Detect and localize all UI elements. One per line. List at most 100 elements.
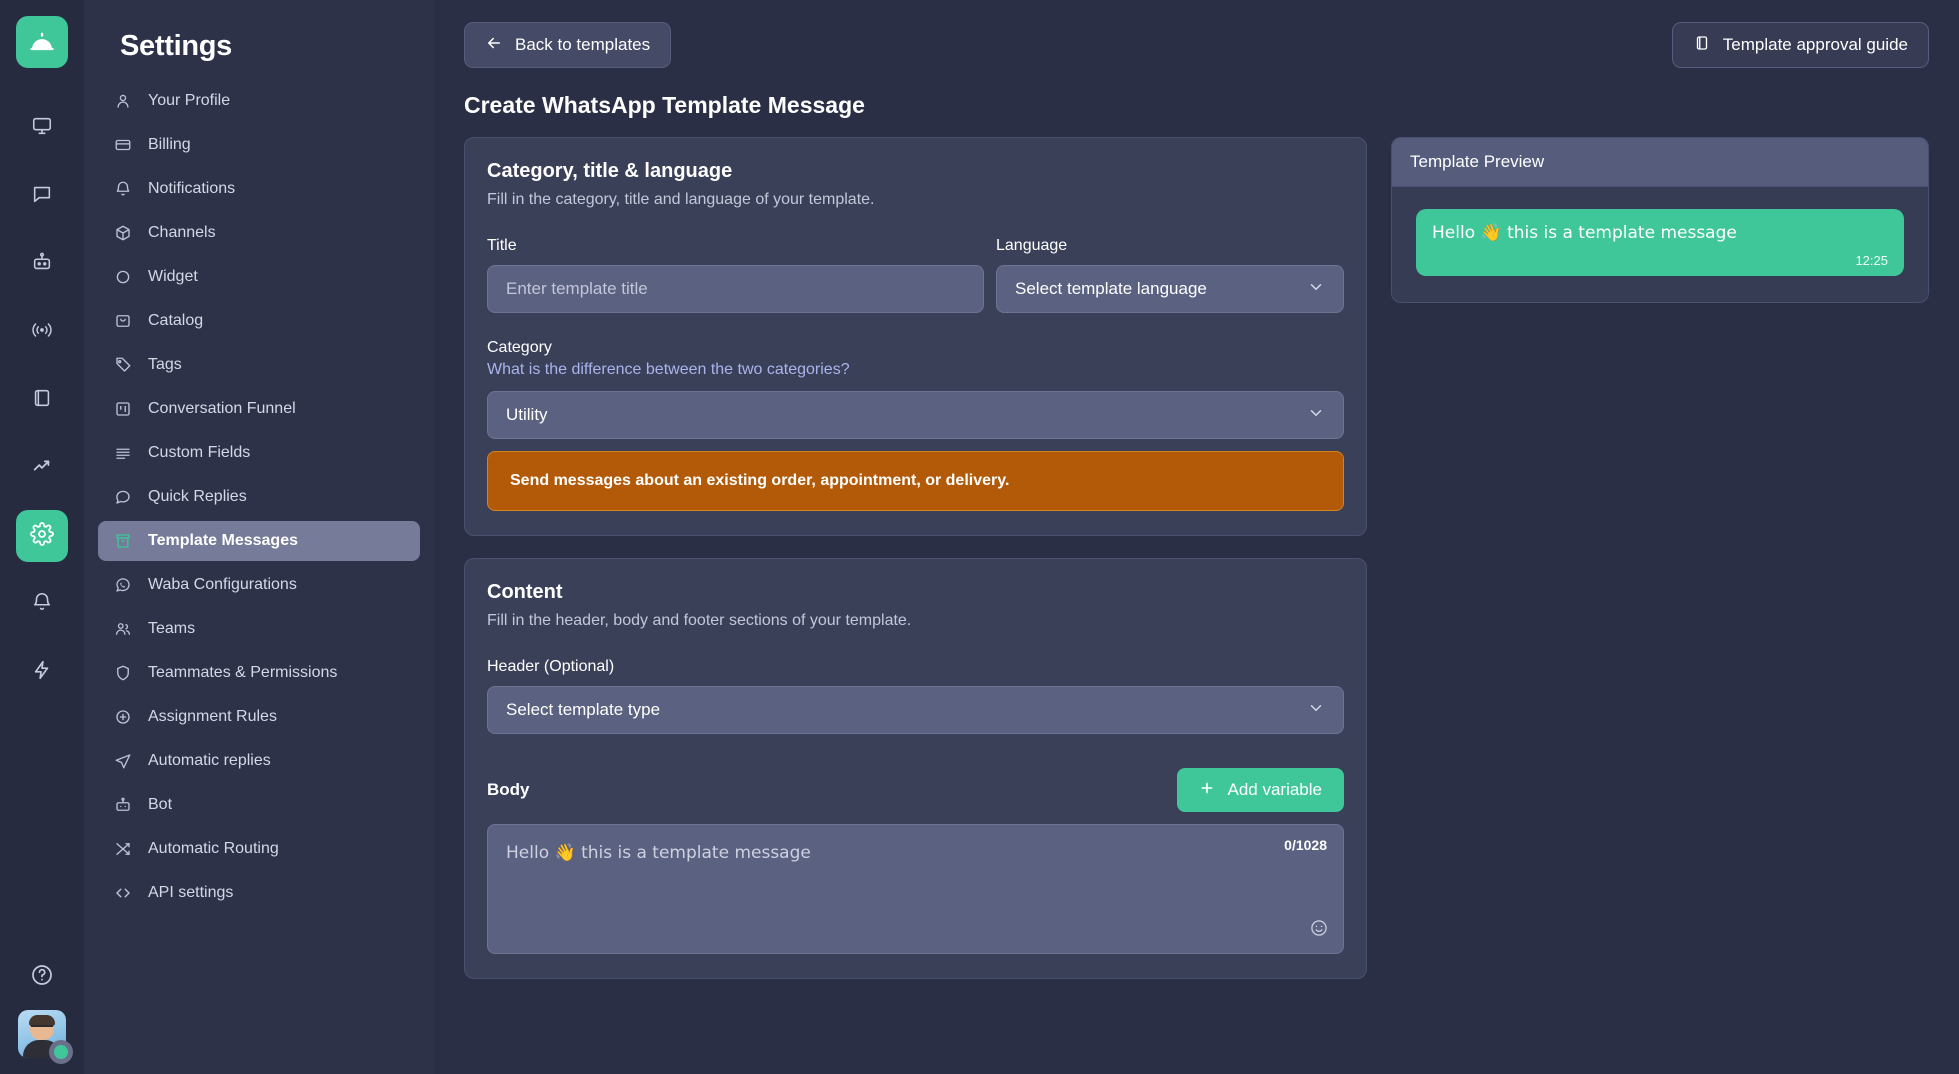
circle-icon <box>112 268 134 286</box>
title-label: Title <box>487 237 517 254</box>
sidebar-item-api-settings[interactable]: API settings <box>98 873 420 913</box>
settings-sidebar: Settings Your Profile Billing Notificati… <box>84 0 434 1074</box>
app-logo[interactable] <box>16 16 68 68</box>
content-card-subtitle: Fill in the header, body and footer sect… <box>487 612 912 629</box>
smiley-icon[interactable] <box>1309 918 1329 943</box>
body-textarea[interactable]: Hello 👋 this is a template message 0/102… <box>487 824 1344 954</box>
back-to-templates-button[interactable]: Back to templates <box>464 22 672 68</box>
back-to-templates-label: Back to templates <box>515 35 651 54</box>
create-template-heading: Create WhatsApp Template Message <box>464 92 865 118</box>
template-preview-panel: Template Preview Hello 👋 this is a templ… <box>1391 137 1929 303</box>
plus-icon <box>1199 780 1215 801</box>
template-approval-guide-label: Template approval guide <box>1722 35 1908 54</box>
arrow-left-icon <box>485 34 503 57</box>
sidebar-item-automatic-routing[interactable]: Automatic Routing <box>98 829 420 869</box>
language-select[interactable]: Select template language <box>996 265 1344 313</box>
rail-item-chat[interactable] <box>16 170 68 222</box>
template-preview-title: Template Preview <box>1392 138 1928 187</box>
sidebar-item-label: Catalog <box>148 312 204 329</box>
app-root: Settings Your Profile Billing Notificati… <box>0 0 1959 1074</box>
sidebar-item-assignment-rules[interactable]: Assignment Rules <box>98 697 420 737</box>
template-title-input[interactable]: Enter template title <box>487 265 984 313</box>
help-circle-icon <box>30 965 54 991</box>
sidebar-item-conversation-funnel[interactable]: Conversation Funnel <box>98 389 420 429</box>
rail-item-automations[interactable] <box>16 646 68 698</box>
status-badge <box>49 1040 73 1064</box>
broadcast-icon <box>30 319 54 346</box>
language-label: Language <box>996 237 1068 254</box>
category-select[interactable]: Utility <box>487 391 1344 439</box>
content-card: Content Fill in the header, body and foo… <box>464 558 1367 979</box>
sidebar-item-widget[interactable]: Widget <box>98 257 420 297</box>
language-select-value: Select template language <box>1015 279 1207 298</box>
header-type-select[interactable]: Select template type <box>487 686 1344 734</box>
sidebar-item-notifications[interactable]: Notifications <box>98 169 420 209</box>
bell-icon <box>112 180 134 198</box>
rail-item-book[interactable] <box>16 374 68 426</box>
chevron-down-icon <box>1307 278 1325 301</box>
template-approval-guide-button[interactable]: Template approval guide <box>1671 22 1929 68</box>
sidebar-item-custom-fields[interactable]: Custom Fields <box>98 433 420 473</box>
add-variable-button[interactable]: Add variable <box>1177 768 1344 812</box>
sidebar-item-teammates-permissions[interactable]: Teammates & Permissions <box>98 653 420 693</box>
user-avatar-button[interactable] <box>18 1010 73 1064</box>
message-icon <box>112 488 134 506</box>
chevron-down-icon <box>1307 404 1325 427</box>
kanban-icon <box>112 400 134 418</box>
sidebar-item-label: Quick Replies <box>148 488 247 505</box>
content-card-title: Content <box>487 581 563 603</box>
book-icon <box>1693 34 1711 57</box>
sidebar-item-label: Conversation Funnel <box>148 400 296 417</box>
credit-card-icon <box>112 136 134 154</box>
rail-item-reports[interactable] <box>16 442 68 494</box>
sidebar-item-automatic-replies[interactable]: Automatic replies <box>98 741 420 781</box>
category-title-language-card: Category, title & language Fill in the c… <box>464 137 1367 536</box>
sidebar-item-channels[interactable]: Channels <box>98 213 420 253</box>
monitor-icon <box>31 115 53 142</box>
gear-icon <box>30 521 54 551</box>
book-icon <box>31 387 53 414</box>
box-icon <box>112 224 134 242</box>
add-variable-label: Add variable <box>1227 780 1322 799</box>
body-character-counter: 0/1028 <box>1284 837 1327 853</box>
sidebar-item-label: API settings <box>148 884 234 901</box>
title-field-group: Title Enter template title <box>487 237 984 313</box>
sidebar-item-template-messages[interactable]: Template Messages <box>98 521 420 561</box>
sidebar-item-waba-configurations[interactable]: Waba Configurations <box>98 565 420 605</box>
chevron-down-icon <box>1307 699 1325 722</box>
sidebar-item-teams[interactable]: Teams <box>98 609 420 649</box>
send-icon <box>112 752 134 770</box>
sidebar-item-bot[interactable]: Bot <box>98 785 420 825</box>
sidebar-item-label: Assignment Rules <box>148 708 277 725</box>
sidebar-item-label: Notifications <box>148 180 236 197</box>
category-card-title: Category, title & language <box>487 160 733 182</box>
bell-icon <box>31 591 53 618</box>
body-text-value: Hello 👋 this is a template message <box>506 843 811 863</box>
help-button[interactable] <box>30 963 54 992</box>
sidebar-item-catalog[interactable]: Catalog <box>98 301 420 341</box>
title-language-row: Title Enter template title Language Sele… <box>487 237 1344 313</box>
shuffle-icon <box>112 840 134 858</box>
rail-item-broadcast[interactable] <box>16 306 68 358</box>
rail-item-settings[interactable] <box>16 510 68 562</box>
sidebar-item-tags[interactable]: Tags <box>98 345 420 385</box>
rail-item-monitor[interactable] <box>16 102 68 154</box>
body-field-header: Body Add variable <box>487 768 1344 812</box>
rail-item-notifications[interactable] <box>16 578 68 630</box>
main-content: Back to templates Template approval guid… <box>434 0 1959 1074</box>
category-help-link[interactable]: What is the difference between the two c… <box>487 361 1344 379</box>
category-select-value: Utility <box>506 405 548 424</box>
sidebar-item-label: Billing <box>148 136 191 153</box>
sidebar-item-label: Channels <box>148 224 216 241</box>
preview-column: Template Preview Hello 👋 this is a templ… <box>1391 137 1929 303</box>
bot-icon <box>31 251 53 278</box>
lightning-icon <box>31 659 53 686</box>
rail-item-bot[interactable] <box>16 238 68 290</box>
sidebar-item-billing[interactable]: Billing <box>98 125 420 165</box>
bag-icon <box>112 312 134 330</box>
sidebar-item-label: Automatic Routing <box>148 840 279 857</box>
sidebar-item-quick-replies[interactable]: Quick Replies <box>98 477 420 517</box>
form-column: Category, title & language Fill in the c… <box>464 137 1367 1001</box>
sidebar-item-label: Teams <box>148 620 196 637</box>
sidebar-item-your-profile[interactable]: Your Profile <box>98 81 420 121</box>
